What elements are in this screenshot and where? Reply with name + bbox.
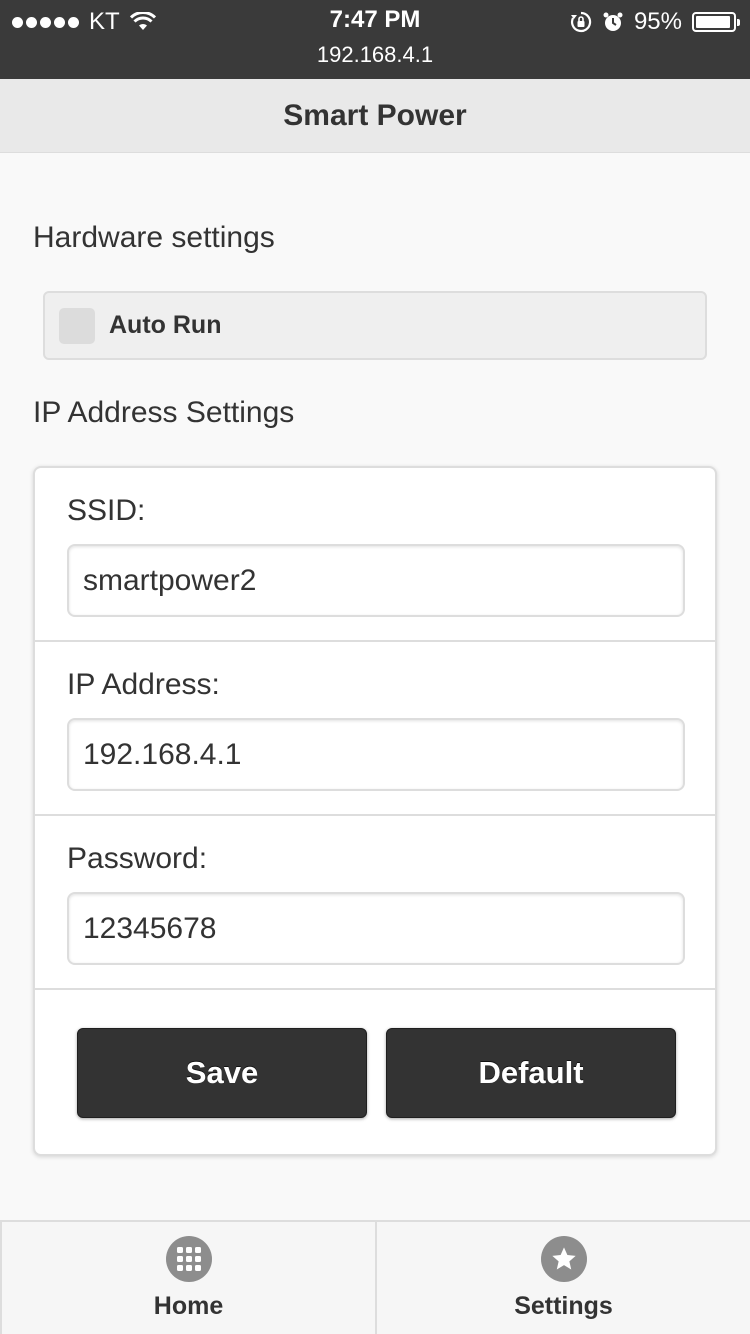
tab-settings-label: Settings — [514, 1292, 613, 1320]
page-title: Smart Power — [0, 79, 750, 153]
auto-run-checkbox[interactable]: Auto Run — [43, 291, 707, 360]
tab-settings[interactable]: Settings — [375, 1222, 750, 1334]
ssid-block: SSID: — [35, 468, 715, 642]
ip-address-input[interactable] — [67, 718, 685, 791]
tab-bar: Home Settings — [0, 1220, 750, 1334]
battery-percent: 95% — [633, 8, 682, 35]
grid-icon — [165, 1236, 212, 1282]
tab-home[interactable]: Home — [0, 1222, 375, 1334]
tab-home-label: Home — [153, 1292, 224, 1320]
ip-settings-title: IP Address Settings — [33, 396, 295, 429]
ip-settings-card: SSID: IP Address: Password: Save Default — [33, 466, 717, 1156]
save-button[interactable]: Save — [77, 1028, 367, 1118]
alarm-icon — [602, 11, 624, 33]
battery-fill — [696, 16, 731, 28]
status-bar: KT 7:47 PM 192.168.4.1 95% — [0, 0, 750, 79]
ip-address-label: IP Address: — [67, 668, 220, 701]
auto-run-label: Auto Run — [109, 311, 222, 339]
ssid-label: SSID: — [67, 494, 146, 527]
hardware-settings-title: Hardware settings — [33, 221, 275, 254]
rotation-lock-icon — [570, 11, 592, 33]
checkbox-box[interactable] — [59, 307, 95, 344]
battery-icon — [692, 12, 740, 32]
star-icon — [540, 1236, 587, 1282]
password-block: Password: — [35, 816, 715, 990]
ip-address-block: IP Address: — [35, 642, 715, 816]
page-url: 192.168.4.1 — [316, 42, 434, 67]
ssid-input[interactable] — [67, 544, 685, 617]
password-label: Password: — [67, 842, 208, 875]
password-input[interactable] — [67, 892, 685, 965]
status-right: 95% — [570, 8, 740, 36]
default-button[interactable]: Default — [386, 1028, 676, 1118]
